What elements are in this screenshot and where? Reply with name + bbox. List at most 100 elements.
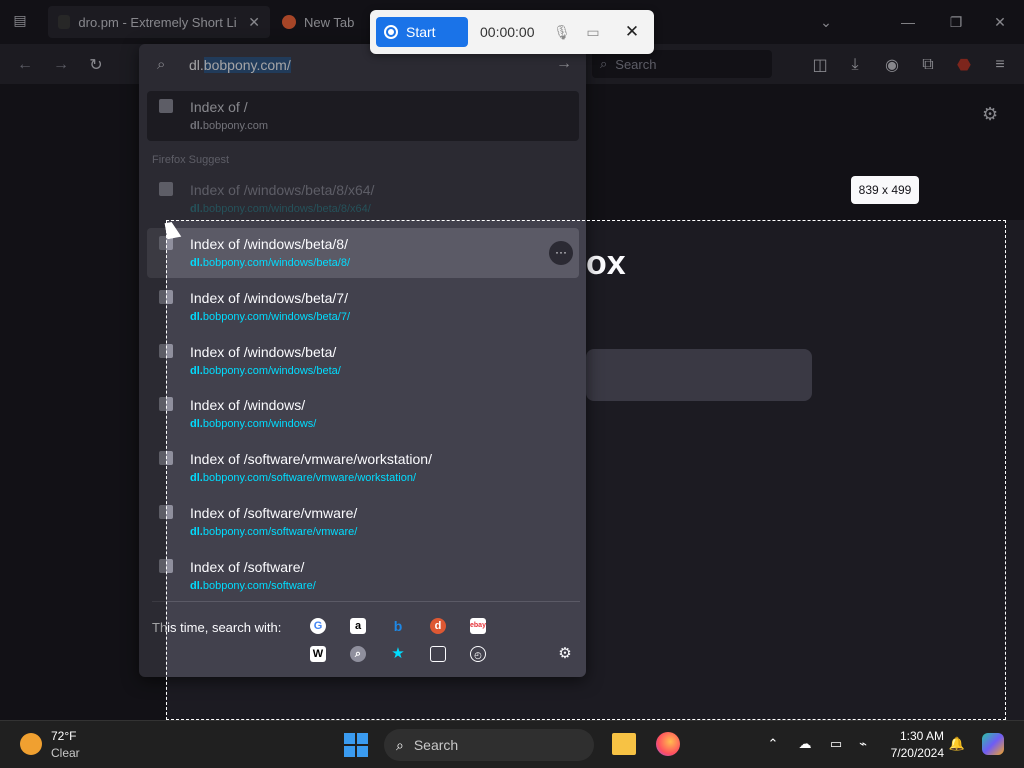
page-icon <box>159 397 173 411</box>
result-url: dl.bobpony.com/windows/beta/8/x64/ <box>190 203 371 215</box>
suggestion-row[interactable]: Index of /software/dl.bobpony.com/softwa… <box>147 551 579 601</box>
notification-bell-icon[interactable]: 🔔 <box>948 735 966 753</box>
firefox-wordmark: ox <box>586 244 626 282</box>
reload-icon[interactable]: ↻ <box>85 54 107 76</box>
search-icon: ⌕ <box>157 56 166 73</box>
search-bar[interactable]: ⌕ Search <box>592 50 772 78</box>
ebay-icon[interactable]: ebay <box>470 618 486 634</box>
result-url-rest: bobpony.com/windows/beta/8/ <box>202 257 351 269</box>
tab-label: dro.pm - Extremely Short Links <box>78 14 237 30</box>
weather-condition[interactable]: Clear <box>51 746 80 760</box>
amazon-icon[interactable]: a <box>350 618 366 634</box>
result-title: Index of /software/vmware/workstation/ <box>190 451 432 467</box>
suggestion-row[interactable]: Index of /windows/beta/8/dl.bobpony.com/… <box>147 228 579 278</box>
suggestion-row[interactable]: Index of /windows/dl.bobpony.com/windows… <box>147 389 579 439</box>
result-url-rest: bobpony.com/windows/beta/8/x64/ <box>202 203 371 215</box>
result-url-domain: dl. <box>190 257 203 269</box>
result-title: Index of /software/vmware/ <box>190 505 358 521</box>
copilot-icon[interactable] <box>982 733 1004 755</box>
account-icon[interactable]: ◉ <box>881 54 903 76</box>
google-icon[interactable]: G <box>310 618 326 634</box>
tab-list-icon[interactable]: ▤ <box>10 12 30 32</box>
suggestion-row[interactable]: Index of /windows/beta/8/x64/dl.bobpony.… <box>147 174 579 224</box>
page-icon <box>159 182 173 196</box>
back-icon[interactable]: ← <box>14 54 36 76</box>
result-title: Index of /windows/beta/8/ <box>190 236 348 252</box>
wikipedia-icon[interactable]: W <box>310 646 326 662</box>
onedrive-icon[interactable]: ☁ <box>796 735 814 753</box>
forward-icon[interactable]: → <box>50 54 72 76</box>
firefox-suggest-label: Firefox Suggest <box>152 154 230 166</box>
page-settings-gear-icon[interactable]: ⚙ <box>982 104 998 125</box>
result-url-rest: bobpony.com/software/ <box>202 580 316 592</box>
close-icon[interactable]: ✕ <box>622 22 642 42</box>
result-url-domain: dl. <box>190 120 203 132</box>
taskbar-search[interactable]: ⌕ Search <box>384 729 594 761</box>
close-window-icon[interactable]: ✕ <box>988 10 1012 34</box>
page-icon <box>159 344 173 358</box>
bookmarks-star-icon[interactable]: ★ <box>390 646 406 662</box>
windows-start-icon[interactable] <box>344 733 368 757</box>
extensions-icon[interactable]: ⧉ <box>917 54 939 76</box>
page-icon <box>159 559 173 573</box>
urlbar-typed: dl. <box>189 57 204 73</box>
mouse-cursor-icon <box>164 220 182 240</box>
page-search-field[interactable] <box>586 349 812 401</box>
firefox-favicon-icon <box>282 15 296 29</box>
search-settings-gear-icon[interactable]: ⚙ <box>557 646 573 662</box>
microphone-muted-icon[interactable]: 🎙 <box>552 22 572 42</box>
restore-icon[interactable]: ❐ <box>944 10 968 34</box>
suggestion-row[interactable]: Index of /software/vmware/workstation/dl… <box>147 443 579 493</box>
tabs-icon[interactable] <box>430 646 446 662</box>
result-url-domain: dl. <box>190 311 203 323</box>
result-url-rest: bobpony.com/software/vmware/workstation/ <box>202 472 417 484</box>
duckduckgo-icon[interactable]: d <box>430 618 446 634</box>
menu-icon[interactable]: ≡ <box>989 54 1011 76</box>
suggestion-row[interactable]: Index of /software/vmware/dl.bobpony.com… <box>147 497 579 547</box>
dro-pm-favicon-icon <box>58 15 71 29</box>
more-options-icon[interactable]: ··· <box>549 241 573 265</box>
result-title: Index of /windows/beta/7/ <box>190 290 348 306</box>
result-url-rest: bobpony.com/software/vmware/ <box>202 526 358 538</box>
result-url: dl.bobpony.com/windows/beta/ <box>190 365 341 377</box>
clock-time[interactable]: 1:30 AM <box>884 729 944 743</box>
pocket-icon[interactable]: ◫ <box>809 54 831 76</box>
bing-icon[interactable]: b <box>390 618 406 634</box>
start-label: Start <box>406 24 436 40</box>
result-url-domain: dl. <box>190 203 203 215</box>
network-icon[interactable]: ⌁ <box>854 735 872 753</box>
result-url: dl.bobpony.com/windows/beta/8/ <box>190 257 350 269</box>
minimize-icon[interactable]: — <box>896 10 920 34</box>
suggestion-row[interactable]: Index of /windows/beta/dl.bobpony.com/wi… <box>147 336 579 386</box>
result-url-rest: bobpony.com/windows/beta/ <box>202 365 341 377</box>
close-tab-icon[interactable]: ✕ <box>248 14 260 31</box>
suggestion-row[interactable]: Index of /windows/beta/7/dl.bobpony.com/… <box>147 282 579 332</box>
search-icon: ⌕ <box>396 736 404 753</box>
result-url: dl.bobpony.com/software/vmware/ <box>190 526 357 538</box>
chevron-down-icon[interactable]: ⌄ <box>814 10 838 34</box>
result-title: Index of /software/ <box>190 559 305 575</box>
urlbar-autofill: bobpony.com/ <box>203 57 291 73</box>
firefox-icon[interactable] <box>656 732 680 756</box>
tab-dro-pm[interactable]: dro.pm - Extremely Short Links ✕ <box>48 6 270 38</box>
weather-moon-icon[interactable] <box>20 733 42 755</box>
weather-temperature[interactable]: 72°F <box>51 729 76 743</box>
history-clock-icon[interactable]: ◴ <box>470 646 486 662</box>
result-url: dl.bobpony.com/windows/ <box>190 418 316 430</box>
page-icon <box>159 451 173 465</box>
clock-date[interactable]: 7/20/2024 <box>874 746 944 760</box>
downloads-icon[interactable]: ⤓ <box>844 54 866 76</box>
result-title: Index of /windows/beta/8/x64/ <box>190 182 375 198</box>
screen-capture-off-icon[interactable]: ▭ <box>583 22 603 42</box>
top-result[interactable]: Index of / dl.bobpony.com <box>147 91 579 141</box>
tab-new-tab[interactable]: New Tab <box>272 6 372 38</box>
recording-timer: 00:00:00 <box>480 24 535 40</box>
display-icon[interactable]: ▭ <box>827 735 845 753</box>
ublock-icon[interactable]: ⬣ <box>953 54 975 76</box>
go-arrow-icon[interactable]: → <box>556 55 572 73</box>
history-search-icon[interactable]: ⌕ <box>350 646 366 662</box>
start-recording-button[interactable]: Start <box>376 17 468 47</box>
file-explorer-icon[interactable] <box>612 733 636 755</box>
page-icon <box>159 99 173 113</box>
chevron-up-icon[interactable]: ⌃ <box>764 735 782 753</box>
